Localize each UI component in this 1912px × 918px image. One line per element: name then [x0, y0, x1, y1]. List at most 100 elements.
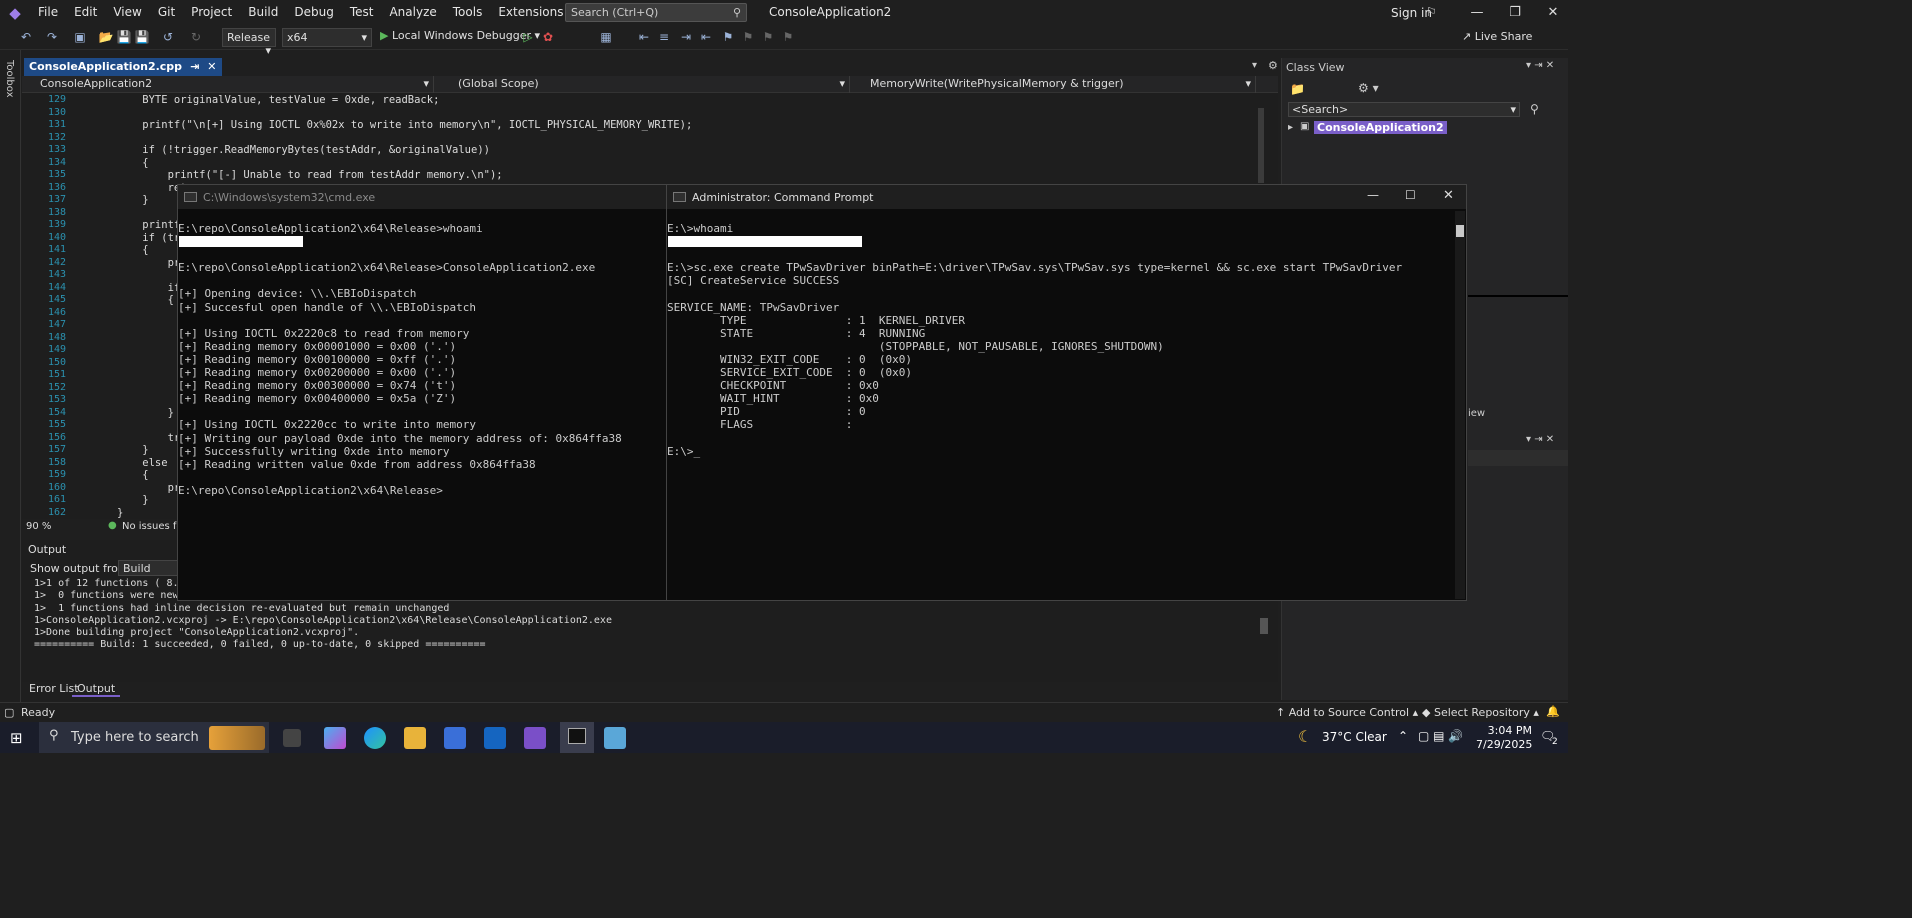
undo-icon[interactable]: ↺: [160, 29, 176, 45]
notifications-icon[interactable]: 🔔: [1546, 705, 1560, 718]
new-project-icon[interactable]: ▣: [72, 29, 88, 45]
menu-analyze[interactable]: Analyze: [381, 0, 444, 25]
taskbar-search[interactable]: ⚲ Type here to search: [39, 722, 269, 753]
edge-icon[interactable]: [364, 727, 386, 749]
hot-reload-icon[interactable]: ✿: [540, 29, 556, 45]
redo-icon[interactable]: ↻: [188, 29, 204, 45]
platform-dropdown[interactable]: x64 ▾: [282, 28, 372, 47]
code-line[interactable]: else: [117, 457, 167, 469]
code-line[interactable]: }: [117, 444, 148, 456]
folder-icon[interactable]: 📁: [1290, 82, 1305, 96]
scroll-thumb[interactable]: [1456, 225, 1464, 237]
minimize-button[interactable]: —: [1458, 0, 1496, 25]
pin-icon[interactable]: ⇥: [190, 60, 199, 74]
live-share-button[interactable]: ↗ Live Share: [1462, 30, 1532, 43]
admin-cmd-window[interactable]: Administrator: Command Prompt — ☐ ✕ E:\>…: [666, 184, 1467, 601]
step-icon[interactable]: ⇤: [636, 29, 652, 45]
next-bookmark-icon[interactable]: ⚑: [760, 29, 776, 45]
code-line[interactable]: if (!trigger.ReadMemoryBytes(testAddr, &…: [117, 144, 490, 156]
zoom-level[interactable]: 90 %: [26, 521, 51, 532]
windows-start-icon[interactable]: ⊞: [10, 729, 23, 747]
back-icon[interactable]: ↶: [18, 29, 34, 45]
expand-icon[interactable]: ▸: [1288, 122, 1293, 133]
menu-build[interactable]: Build: [240, 0, 286, 25]
configuration-dropdown[interactable]: Release ▾: [222, 28, 276, 57]
restore-button[interactable]: ❐: [1496, 0, 1534, 25]
maximize-button[interactable]: ☐: [1405, 188, 1416, 202]
class-view-project-node[interactable]: ConsoleApplication2: [1314, 121, 1447, 134]
tab-overflow-icon[interactable]: ▾: [1252, 60, 1257, 71]
tray-overflow-icon[interactable]: ⌃: [1398, 729, 1408, 743]
search-icon[interactable]: ⚲: [1530, 102, 1539, 116]
cmd-taskbar-icon[interactable]: [560, 722, 594, 753]
panel-options-icon[interactable]: ▾ ⇥ ✕: [1526, 60, 1554, 71]
code-line[interactable]: {: [117, 294, 174, 306]
admin-cmd-title-bar[interactable]: Administrator: Command Prompt: [667, 185, 1466, 209]
tab-consoleapplication2-cpp[interactable]: ConsoleApplication2.cpp ⇥ ✕: [24, 58, 222, 76]
add-source-control-button[interactable]: ↑ Add to Source Control ▴: [1276, 706, 1418, 719]
close-button[interactable]: ✕: [1534, 0, 1572, 25]
member-dropdown[interactable]: MemoryWrite(WritePhysicalMemory & trigge…: [852, 76, 1256, 93]
clock-date[interactable]: 7/29/2025: [1476, 738, 1532, 751]
code-line[interactable]: }: [117, 507, 123, 519]
open-file-icon[interactable]: 📂: [98, 29, 114, 45]
menu-edit[interactable]: Edit: [66, 0, 105, 25]
tab-output[interactable]: Output: [72, 682, 121, 697]
outdent-icon[interactable]: ⇤: [698, 29, 714, 45]
cmd-title-bar[interactable]: C:\Windows\system32\cmd.exe: [178, 185, 666, 209]
code-line[interactable]: {: [117, 157, 148, 169]
editor-scrollbar[interactable]: [1258, 108, 1264, 183]
forward-icon[interactable]: ↷: [44, 29, 60, 45]
code-line[interactable]: }: [117, 407, 174, 419]
app-taskbar-icon[interactable]: [604, 727, 626, 749]
copilot-icon[interactable]: [324, 727, 346, 749]
layout-icon[interactable]: ▦: [598, 29, 614, 45]
minimize-button[interactable]: —: [1367, 188, 1379, 202]
search-box[interactable]: Search (Ctrl+Q) ⚲: [565, 3, 747, 22]
code-line[interactable]: {: [117, 244, 148, 256]
partial-tab-label[interactable]: iew: [1468, 408, 1485, 419]
feedback-icon[interactable]: ⚐: [1426, 5, 1437, 19]
project-dropdown[interactable]: ConsoleApplication2 ▾: [22, 76, 434, 93]
code-line[interactable]: printf("[-] Unable to read from testAddr…: [117, 169, 503, 181]
code-line[interactable]: }: [117, 494, 148, 506]
save-icon[interactable]: 💾: [116, 29, 132, 45]
properties-combo[interactable]: [1468, 450, 1568, 466]
align-icon[interactable]: ≡: [656, 29, 672, 45]
weather-text[interactable]: 37°C Clear: [1322, 730, 1387, 744]
prev-bookmark-icon[interactable]: ⚑: [740, 29, 756, 45]
store-icon[interactable]: [444, 727, 466, 749]
clock-time[interactable]: 3:04 PM: [1486, 724, 1532, 737]
start-without-debugging-icon[interactable]: ▷: [520, 29, 536, 45]
cmd-output[interactable]: E:\repo\ConsoleApplication2\x64\Release>…: [178, 222, 622, 497]
visual-studio-taskbar-icon[interactable]: [524, 727, 546, 749]
start-debugger-button[interactable]: ▶ Local Windows Debugger ▾: [380, 29, 540, 42]
tray-icons[interactable]: ▢ ▤ 🔊: [1418, 729, 1463, 743]
class-view-search[interactable]: <Search> ▾: [1288, 102, 1520, 117]
save-all-icon[interactable]: 💾: [134, 29, 150, 45]
outlook-icon[interactable]: [484, 727, 506, 749]
panel-options-icon[interactable]: ▾ ⇥ ✕: [1526, 434, 1554, 445]
close-button[interactable]: ✕: [1443, 188, 1454, 203]
menu-debug[interactable]: Debug: [286, 0, 341, 25]
code-line[interactable]: {: [117, 469, 148, 481]
menu-project[interactable]: Project: [183, 0, 240, 25]
settings-icon[interactable]: ⚙: [1268, 59, 1278, 72]
clear-bookmarks-icon[interactable]: ⚑: [780, 29, 796, 45]
toolbox-tab[interactable]: Toolbox: [0, 50, 21, 702]
code-line[interactable]: printf("\n[+] Using IOCTL 0x%02x to writ…: [117, 119, 692, 131]
menu-test[interactable]: Test: [342, 0, 382, 25]
menu-git[interactable]: Git: [150, 0, 183, 25]
cmd-scrollbar[interactable]: [1455, 211, 1465, 599]
menu-view[interactable]: View: [105, 0, 149, 25]
menu-extensions[interactable]: Extensions: [490, 0, 571, 25]
bookmark-icon[interactable]: ⚑: [720, 29, 736, 45]
menu-file[interactable]: File: [30, 0, 66, 25]
output-scrollbar[interactable]: [1260, 618, 1268, 634]
select-repository-button[interactable]: ◆ Select Repository ▴: [1422, 706, 1539, 719]
code-line[interactable]: BYTE originalValue, testValue = 0xde, re…: [117, 94, 439, 106]
file-explorer-icon[interactable]: [404, 727, 426, 749]
close-tab-icon[interactable]: ✕: [207, 60, 216, 74]
admin-cmd-output[interactable]: E:\>whoami E:\>sc.exe create TPwSavDriver…: [667, 222, 1402, 458]
cmd-window[interactable]: C:\Windows\system32\cmd.exe E:\repo\Cons…: [177, 184, 667, 601]
